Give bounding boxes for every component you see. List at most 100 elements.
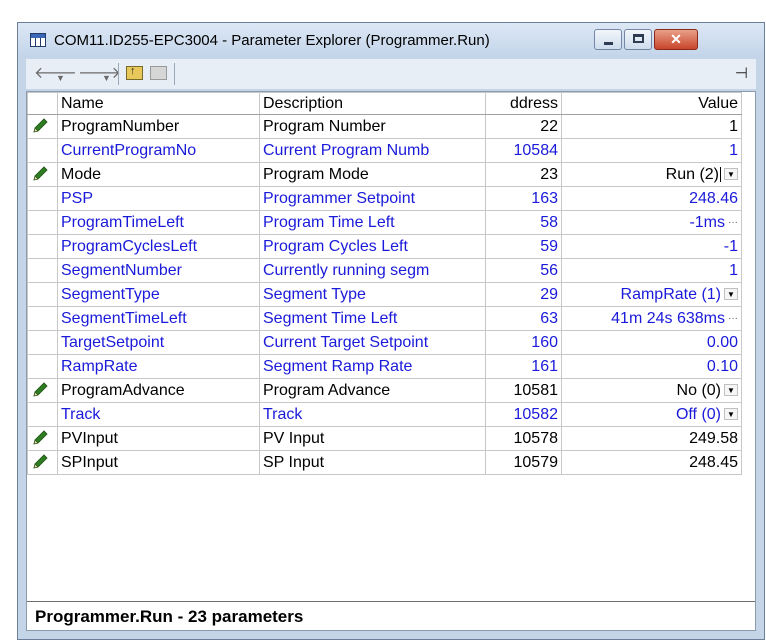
param-value-text: Off (0) [675,405,721,423]
param-address-cell: 10582 [485,402,562,427]
param-description-cell: Program Number [259,114,486,139]
param-value-cell[interactable]: 0.10 [561,354,742,379]
pencil-icon [33,382,48,397]
table-row[interactable]: RampRate Segment Ramp Rate 161 0.10 [27,354,742,379]
header-description[interactable]: Description [259,92,486,115]
pencil-icon [33,118,48,133]
table-header-row: Name Description ddress Value [27,92,742,115]
row-icon-cell [27,186,58,211]
toolbar: 🡐 ▼ 🡒 ▼ ↑ ⊣ [26,59,756,89]
param-name-text: PSP [61,189,94,207]
param-address-cell: 163 [485,186,562,211]
param-value-cell[interactable]: 41m 24s 638ms ··· [561,306,742,331]
param-value-cell[interactable]: Run (2) ▼ [561,162,742,187]
toolbar-divider [174,63,175,85]
param-value-cell[interactable]: 0.00 [561,330,742,355]
header-address[interactable]: ddress [485,92,562,115]
pin-icon[interactable]: ⊣ [735,64,748,82]
table-row[interactable]: ProgramCyclesLeft Program Cycles Left 59 -1 [27,234,742,259]
toolbar-divider [118,63,119,85]
param-value-cell[interactable]: 248.46 [561,186,742,211]
param-description-text: Track [263,405,303,423]
table-row[interactable]: SegmentType Segment Type 29 RampRate (1) ▼ [27,282,742,307]
param-name-text: Mode [61,165,102,183]
param-value-cell[interactable]: RampRate (1) ▼ [561,282,742,307]
param-description-text: Current Program Numb [263,141,430,159]
table-row[interactable]: SegmentTimeLeft Segment Time Left 63 41m 24… [27,306,742,331]
param-description-text: Program Advance [263,381,391,399]
minimize-icon [604,42,613,45]
param-description-cell: Currently running segm [259,258,486,283]
param-name-cell: RampRate [57,354,260,379]
title-bar[interactable]: COM11.ID255-EPC3004 - Parameter Explorer… [18,23,764,57]
param-address-text: 29 [540,285,558,303]
param-description-text: Segment Time Left [263,309,398,327]
param-value-text: RampRate (1) [620,285,721,303]
param-value-cell[interactable]: 249.58 [561,426,742,451]
param-value-cell[interactable]: No (0) ▼ [561,378,742,403]
param-value-cell[interactable]: 1 [561,258,742,283]
param-name-text: TargetSetpoint [61,333,165,351]
table-row[interactable]: CurrentProgramNo Current Program Numb 1058… [27,138,742,163]
folder-icon[interactable] [150,66,167,80]
folder-up-icon[interactable]: ↑ [126,65,143,80]
table-row[interactable]: ProgramAdvance Program Advance 10581 No (0)… [27,378,742,403]
param-address-text: 59 [540,237,558,255]
table-row[interactable]: ProgramTimeLeft Program Time Left 58 -1ms ··… [27,210,742,235]
header-icon-column [27,92,58,115]
maximize-button[interactable] [624,29,652,50]
param-address-cell: 23 [485,162,562,187]
param-value-cell[interactable]: -1 [561,234,742,259]
table-row[interactable]: PSP Programmer Setpoint 163 248.46 [27,186,742,211]
forward-history-chevron-down-icon[interactable]: ▼ [102,69,111,87]
status-text: Programmer.Run - 23 parameters [35,607,304,626]
table-icon [30,33,46,47]
table-row[interactable]: ProgramNumber Program Number 22 1 [27,114,742,139]
param-value-text: 1 [729,261,738,279]
param-name-text: ProgramTimeLeft [61,213,184,231]
window-title: COM11.ID255-EPC3004 - Parameter Explorer… [54,32,490,49]
param-name-text: PVInput [61,429,118,447]
header-name[interactable]: Name [57,92,260,115]
minimize-button[interactable] [594,29,622,50]
table-row[interactable]: SegmentNumber Currently running segm 56 1 [27,258,742,283]
ellipsis-icon[interactable]: ··· [728,313,738,324]
ellipsis-icon[interactable]: ··· [728,217,738,228]
param-address-text: 56 [540,261,558,279]
param-value-cell[interactable]: 248.45 [561,450,742,475]
param-address-cell: 29 [485,282,562,307]
param-name-cell: ProgramTimeLeft [57,210,260,235]
chevron-down-icon[interactable]: ▼ [724,288,738,301]
param-description-cell: Current Target Setpoint [259,330,486,355]
param-address-cell: 63 [485,306,562,331]
param-address-cell: 59 [485,234,562,259]
chevron-down-icon[interactable]: ▼ [724,384,738,397]
param-description-text: Program Mode [263,165,369,183]
parameter-explorer-window: COM11.ID255-EPC3004 - Parameter Explorer… [17,22,765,640]
row-icon-cell [27,258,58,283]
close-button[interactable]: ✕ [654,29,698,50]
row-icon-cell [27,426,58,451]
param-value-text: -1ms [689,213,725,231]
param-value-text: 41m 24s 638ms [611,309,725,327]
param-value-cell[interactable]: 1 [561,114,742,139]
param-address-text: 10582 [513,405,559,423]
forward-arrow-icon[interactable]: 🡒 [78,65,121,83]
param-value-cell[interactable]: Off (0) ▼ [561,402,742,427]
chevron-down-icon[interactable]: ▼ [724,168,738,181]
table-row[interactable]: PVInput PV Input 10578 249.58 [27,426,742,451]
header-value[interactable]: Value [561,92,742,115]
table-row[interactable]: Track Track 10582 Off (0) ▼ [27,402,742,427]
table-row[interactable]: TargetSetpoint Current Target Setpoint 160… [27,330,742,355]
chevron-down-icon[interactable]: ▼ [724,408,738,421]
param-value-text: -1 [723,237,738,255]
param-value-text: 248.45 [689,453,738,471]
param-value-cell[interactable]: -1ms ··· [561,210,742,235]
param-address-cell: 10578 [485,426,562,451]
table-row[interactable]: Mode Program Mode 23 Run (2) ▼ [27,162,742,187]
back-history-chevron-down-icon[interactable]: ▼ [56,69,65,87]
param-value-cell[interactable]: 1 [561,138,742,163]
table-row[interactable]: SPInput SP Input 10579 248.45 [27,450,742,475]
row-icon-cell [27,234,58,259]
param-name-text: CurrentProgramNo [61,141,197,159]
